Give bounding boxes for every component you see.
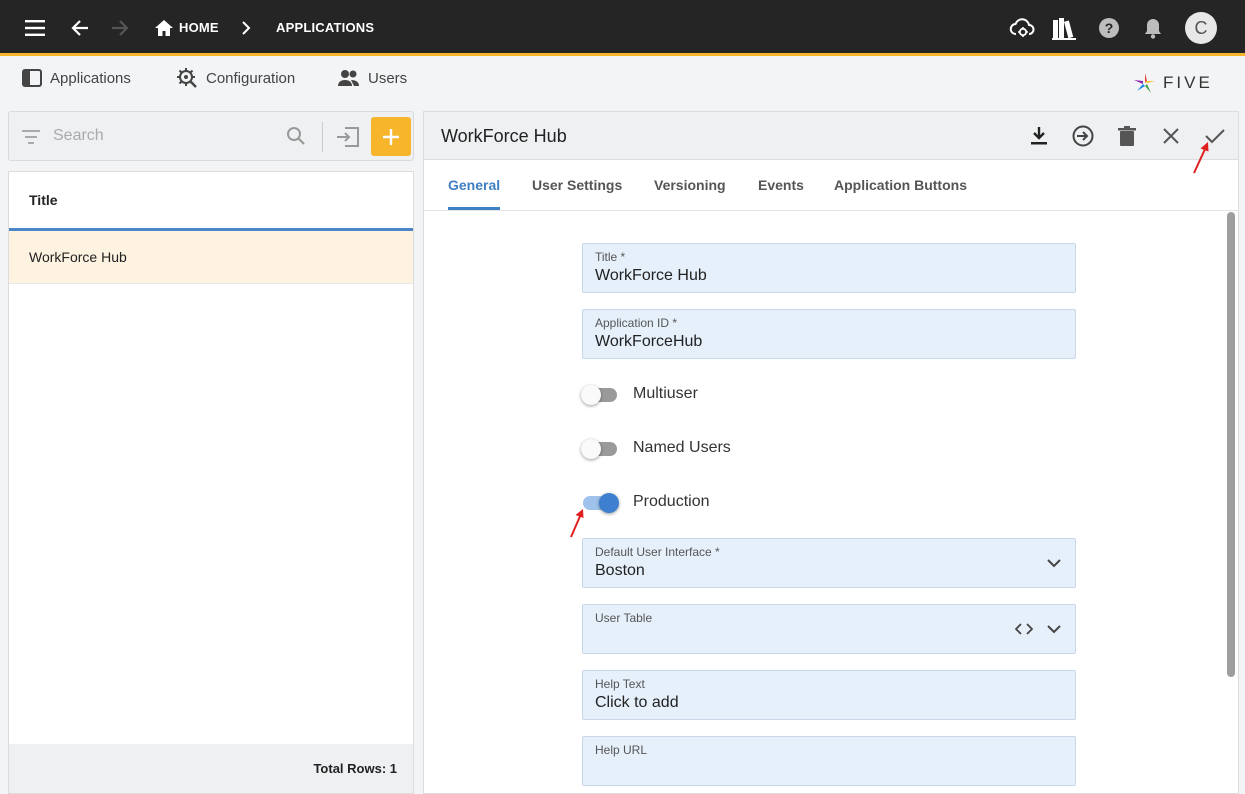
menu-item-label: Applications [50,69,131,87]
help-text-field[interactable]: Help Text Click to add [582,670,1076,720]
annotation-arrow-production [570,509,584,538]
trash-icon[interactable] [1114,123,1140,149]
svg-text:?: ? [1105,20,1114,36]
menu-item-configuration[interactable]: Configuration [176,63,295,93]
search-input[interactable] [53,125,283,147]
multiuser-toggle-row: Multiuser [581,381,698,407]
application-list: Title WorkForce Hub Total Rows: 1 [8,171,414,794]
tab-versioning[interactable]: Versioning [654,177,726,207]
tab-events[interactable]: Events [758,177,804,207]
five-logo: FIVE [1133,71,1213,95]
application-id-field[interactable]: Application ID * WorkForceHub [582,309,1076,359]
field-value: WorkForce Hub [595,267,707,284]
search-divider [322,122,323,152]
tab-bar: General User Settings Versioning Events … [424,161,1238,211]
user-table-select[interactable]: User Table [582,604,1076,654]
default-user-interface-select[interactable]: Default User Interface * Boston [582,538,1076,588]
field-value: WorkForceHub [595,333,703,350]
list-header-title[interactable]: Title [9,172,413,231]
help-icon[interactable]: ? [1095,14,1123,42]
total-rows: Total Rows: 1 [9,744,413,793]
books-icon[interactable] [1050,14,1078,42]
add-button[interactable] [371,117,411,156]
search-bar [8,111,414,161]
back-arrow-icon[interactable] [66,14,94,42]
menu-item-label: Users [368,69,408,87]
help-url-field[interactable]: Help URL [582,736,1076,786]
field-label: Title * [595,250,626,264]
field-label: Help URL [595,743,648,757]
code-icon[interactable] [1014,619,1034,639]
toggle-label: Named Users [633,439,731,456]
named-users-toggle-row: Named Users [581,435,731,461]
download-icon[interactable] [1026,123,1052,149]
plus-icon [383,128,399,145]
cloud-settings-icon[interactable] [1008,14,1036,42]
field-label: Default User Interface * [595,545,720,559]
production-toggle-row: Production [581,489,710,515]
toggle-label: Multiuser [633,385,698,402]
logo-text: FIVE [1163,73,1213,92]
multiuser-toggle[interactable] [581,384,619,405]
scrollbar-thumb[interactable] [1227,212,1235,677]
field-value: Boston [595,562,645,579]
chevron-down-icon[interactable] [1044,553,1064,573]
form-panel: WorkForce Hub General User Settings Vers… [423,111,1239,794]
close-icon[interactable] [1158,123,1184,149]
field-label: Help Text [595,677,645,691]
avatar[interactable]: C [1185,12,1217,44]
menu-bar: Applications Configuration Users FIVE [0,56,1245,100]
chevron-right-icon [232,14,260,42]
form-title: WorkForce Hub [441,126,567,146]
bell-icon[interactable] [1139,14,1167,42]
breadcrumb-home[interactable]: HOME [179,20,219,35]
filter-icon[interactable] [22,129,42,145]
menu-item-applications[interactable]: Applications [22,63,131,93]
field-label: User Table [595,611,653,625]
forward-arrow-icon[interactable] [106,14,134,42]
hamburger-menu-icon[interactable] [22,14,50,42]
named-users-toggle[interactable] [581,438,619,459]
tab-general[interactable]: General [448,177,501,210]
search-icon[interactable] [286,126,306,146]
form-header: WorkForce Hub [424,112,1238,160]
arrow-circle-icon[interactable] [1070,123,1096,149]
list-item[interactable]: WorkForce Hub [9,231,413,284]
import-icon[interactable] [336,126,360,148]
panel-icon [22,69,42,87]
tab-application-buttons[interactable]: Application Buttons [834,177,967,207]
title-field[interactable]: Title * WorkForce Hub [582,243,1076,293]
toggle-label: Production [633,493,710,510]
chevron-down-icon[interactable] [1044,619,1064,639]
annotation-arrow-save [1193,142,1209,174]
tab-user-settings[interactable]: User Settings [532,177,622,207]
menu-item-label: Configuration [206,69,296,87]
field-label: Application ID * [595,316,678,330]
field-value: Click to add [595,694,679,711]
users-icon [338,70,359,86]
home-icon[interactable] [150,14,178,42]
top-bar: HOME APPLICATIONS ? C [0,0,1245,56]
gear-wrench-icon [177,68,197,88]
five-logo-icon [1134,73,1155,93]
breadcrumb-applications[interactable]: APPLICATIONS [276,20,374,35]
scrollbar[interactable] [1227,212,1235,792]
menu-item-users[interactable]: Users [338,63,407,93]
